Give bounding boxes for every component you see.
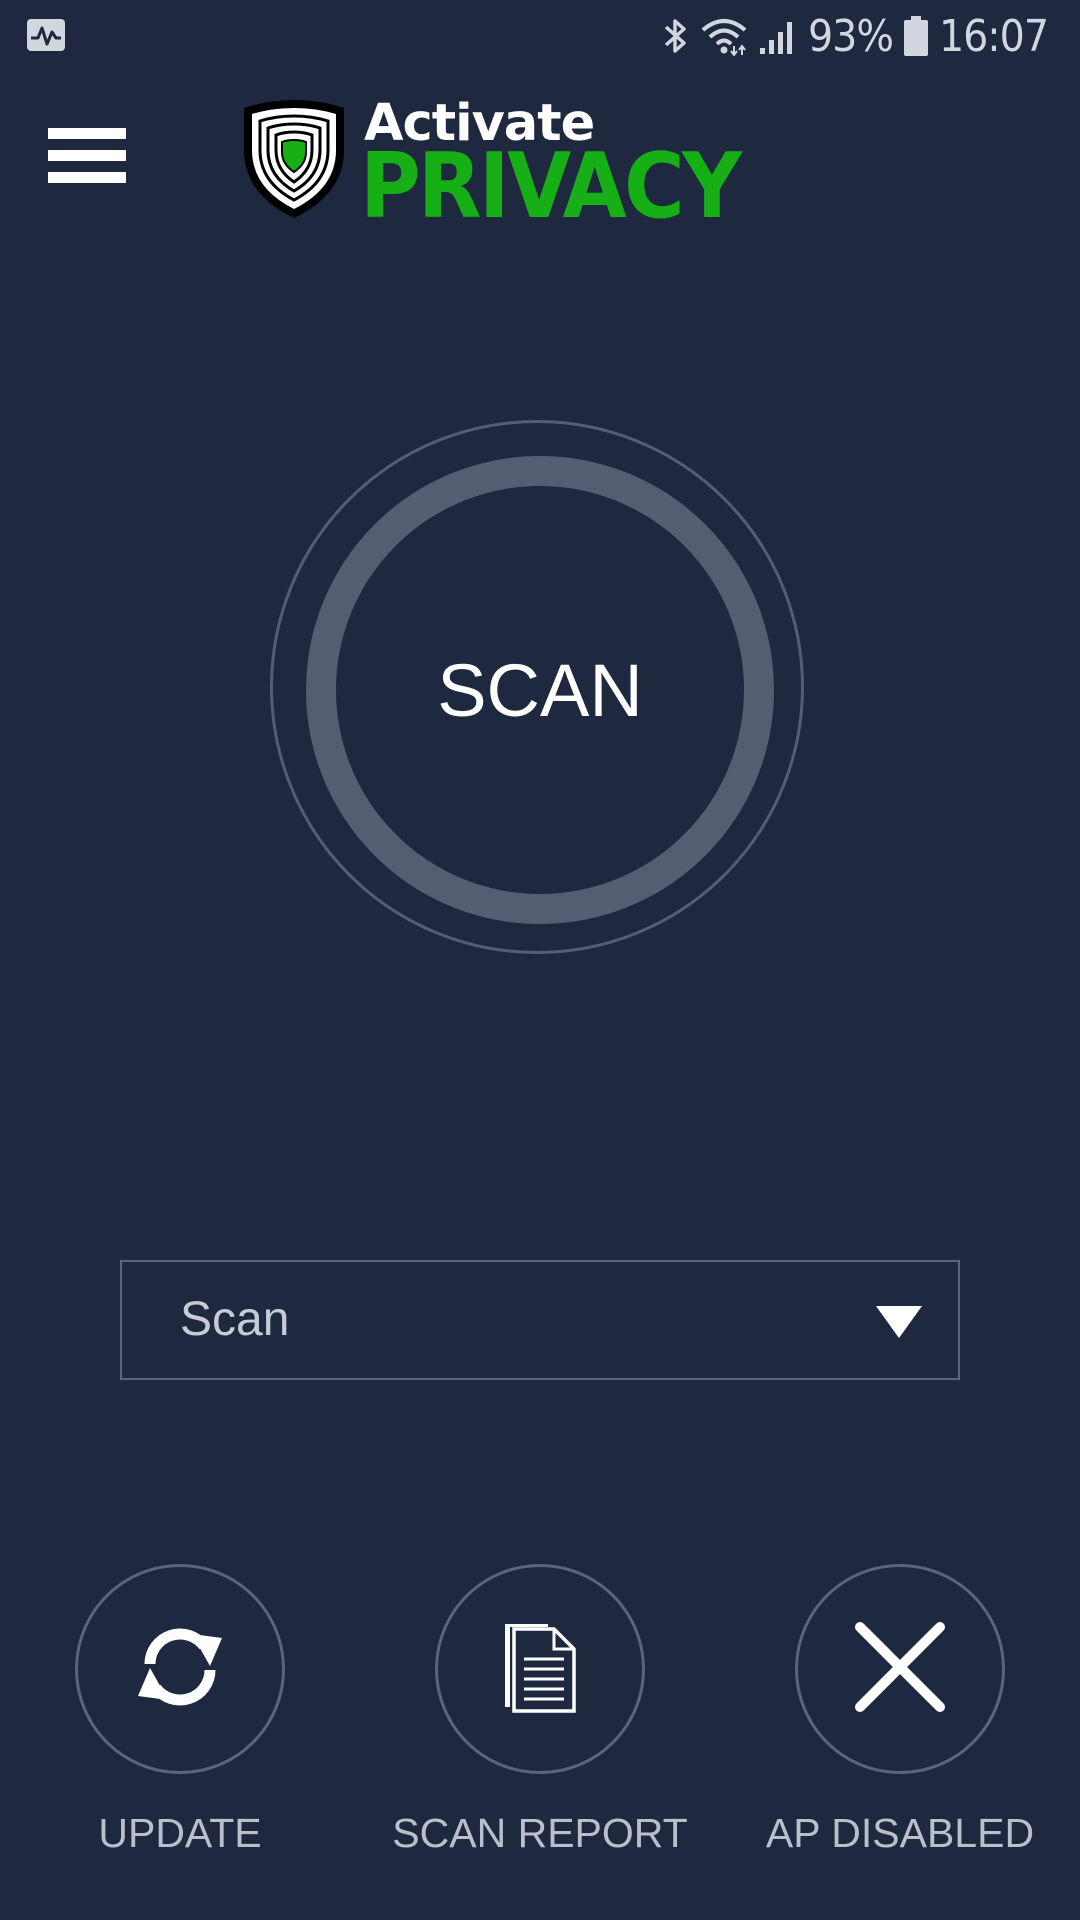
bluetooth-icon [662,15,690,57]
battery-percent: 93% [807,10,894,62]
caret-down-icon [876,1306,922,1343]
app-logo: Activate PRIVACY [240,98,742,232]
scan-button-label: SCAN [437,648,643,732]
ap-disabled-action: AP DISABLED [766,1564,1034,1856]
fingerprint-shield-icon [240,98,348,225]
ap-disabled-label: AP DISABLED [765,1810,1035,1856]
activity-monitor-icon [26,18,66,57]
scan-report-action: SCAN REPORT [392,1564,688,1856]
scan-report-label: SCAN REPORT [392,1810,688,1856]
wifi-icon [700,16,748,56]
battery-icon [903,15,929,57]
document-icon [502,1621,578,1718]
status-icons: 93% 16:07 [662,6,1049,66]
scan-report-button[interactable] [435,1564,645,1774]
status-bar: 93% 16:07 [0,0,1080,72]
scan-mode-selected-value: Scan [180,1293,290,1346]
scan-mode-select[interactable]: Scan [120,1260,960,1380]
update-label: UPDATE [98,1810,262,1856]
refresh-icon [132,1624,228,1715]
clock: 16:07 [938,10,1049,62]
update-button[interactable] [75,1564,285,1774]
signal-icon [758,16,798,56]
update-action: UPDATE [75,1564,285,1856]
scan-button[interactable]: SCAN [306,456,774,924]
app-screen: 93% 16:07 Activate PRIVACY SCAN Scan UPD… [0,0,1080,1920]
close-icon [852,1619,948,1720]
ap-disabled-button[interactable] [795,1564,1005,1774]
logo-text-privacy: PRIVACY [360,134,742,239]
hamburger-menu-icon[interactable] [46,126,126,186]
